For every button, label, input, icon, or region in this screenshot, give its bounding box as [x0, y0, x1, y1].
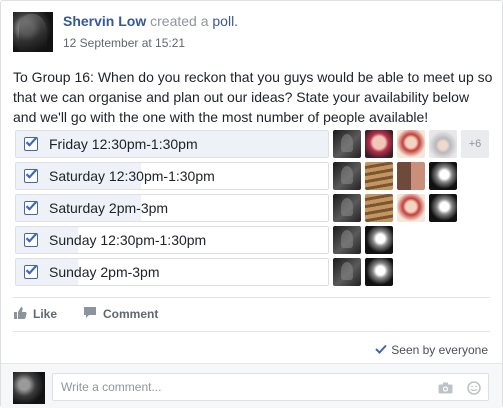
author-name-link[interactable]: Shervin Low	[63, 13, 146, 29]
comment-composer	[1, 363, 502, 408]
voter-avatar[interactable]	[397, 194, 425, 222]
voter-avatars: +6	[333, 130, 489, 158]
smiley-icon[interactable]	[467, 381, 481, 400]
poll-option-checkbox[interactable]	[24, 232, 38, 247]
more-voters-count[interactable]: +6	[461, 130, 489, 158]
divider	[13, 331, 490, 332]
voter-avatar[interactable]	[365, 130, 393, 158]
poll-option: Saturday 12:30pm-1:30pm	[13, 162, 491, 190]
comment-input[interactable]	[52, 373, 489, 401]
comment-tools	[438, 381, 481, 400]
author-avatar[interactable]	[13, 12, 53, 52]
poll-option: Saturday 2pm-3pm	[13, 194, 491, 222]
voter-avatars	[333, 226, 393, 254]
poll-option-label: Sunday 12:30pm-1:30pm	[49, 232, 207, 248]
action-bar: Like Comment	[13, 304, 158, 324]
camera-icon[interactable]	[438, 381, 453, 400]
divider	[13, 297, 490, 298]
voter-avatar[interactable]	[397, 130, 425, 158]
comment-button[interactable]: Comment	[83, 304, 158, 324]
post-timestamp[interactable]: 12 September at 15:21	[63, 36, 185, 50]
voter-avatar[interactable]	[429, 130, 457, 158]
voter-avatar[interactable]	[365, 258, 393, 286]
post-text: To Group 16: When do you reckon that you…	[13, 69, 493, 125]
poll-link[interactable]: poll.	[212, 13, 238, 29]
seen-label: Seen by everyone	[391, 343, 488, 357]
author-line: Shervin Low created a poll.	[63, 13, 238, 29]
voter-avatar[interactable]	[365, 162, 393, 190]
voter-avatar[interactable]	[333, 194, 361, 222]
poll-options: Friday 12:30pm-1:30pm +6 Saturday 12:30pm-…	[13, 130, 491, 290]
voter-avatar[interactable]	[333, 130, 361, 158]
comment-label: Comment	[103, 307, 159, 321]
poll-option-label: Saturday 2pm-3pm	[49, 200, 169, 216]
poll-option-label: Saturday 12:30pm-1:30pm	[49, 168, 215, 184]
speech-bubble-icon	[83, 306, 97, 322]
voter-avatar[interactable]	[429, 162, 457, 190]
like-label: Like	[33, 307, 58, 321]
voter-avatar[interactable]	[333, 226, 361, 254]
poll-option-box[interactable]: Sunday 12:30pm-1:30pm	[15, 226, 329, 254]
voter-avatar[interactable]	[429, 194, 457, 222]
voter-avatar[interactable]	[397, 162, 425, 190]
poll-option-box[interactable]: Saturday 2pm-3pm	[15, 194, 329, 222]
checkmark-icon	[375, 343, 387, 357]
poll-option-box[interactable]: Sunday 2pm-3pm	[15, 258, 329, 286]
poll-option-checkbox[interactable]	[24, 264, 38, 279]
voter-avatars	[333, 258, 393, 286]
action-text: created a	[150, 13, 209, 29]
voter-avatars	[333, 194, 457, 222]
voter-avatars	[333, 162, 457, 190]
poll-option: Sunday 12:30pm-1:30pm	[13, 226, 491, 254]
poll-option: Sunday 2pm-3pm	[13, 258, 491, 286]
poll-option-label: Friday 12:30pm-1:30pm	[49, 136, 198, 152]
poll-option-box[interactable]: Saturday 12:30pm-1:30pm	[15, 162, 329, 190]
poll-option-checkbox[interactable]	[24, 136, 38, 151]
post-action-text: created a poll.	[150, 13, 238, 29]
like-button[interactable]: Like	[13, 304, 57, 324]
poll-option-label: Sunday 2pm-3pm	[49, 264, 160, 280]
voter-avatar[interactable]	[333, 162, 361, 190]
seen-by-indicator[interactable]: Seen by everyone	[375, 343, 488, 357]
voter-avatar[interactable]	[365, 226, 393, 254]
poll-option-box[interactable]: Friday 12:30pm-1:30pm	[15, 130, 329, 158]
poll-option: Friday 12:30pm-1:30pm +6	[13, 130, 491, 158]
voter-avatar[interactable]	[333, 258, 361, 286]
post-card: Shervin Low created a poll. 12 September…	[0, 0, 503, 408]
commenter-avatar	[13, 372, 45, 404]
thumbs-up-icon	[13, 306, 27, 323]
voter-avatar[interactable]	[365, 194, 393, 222]
poll-option-checkbox[interactable]	[24, 200, 38, 215]
poll-option-checkbox[interactable]	[24, 168, 38, 183]
